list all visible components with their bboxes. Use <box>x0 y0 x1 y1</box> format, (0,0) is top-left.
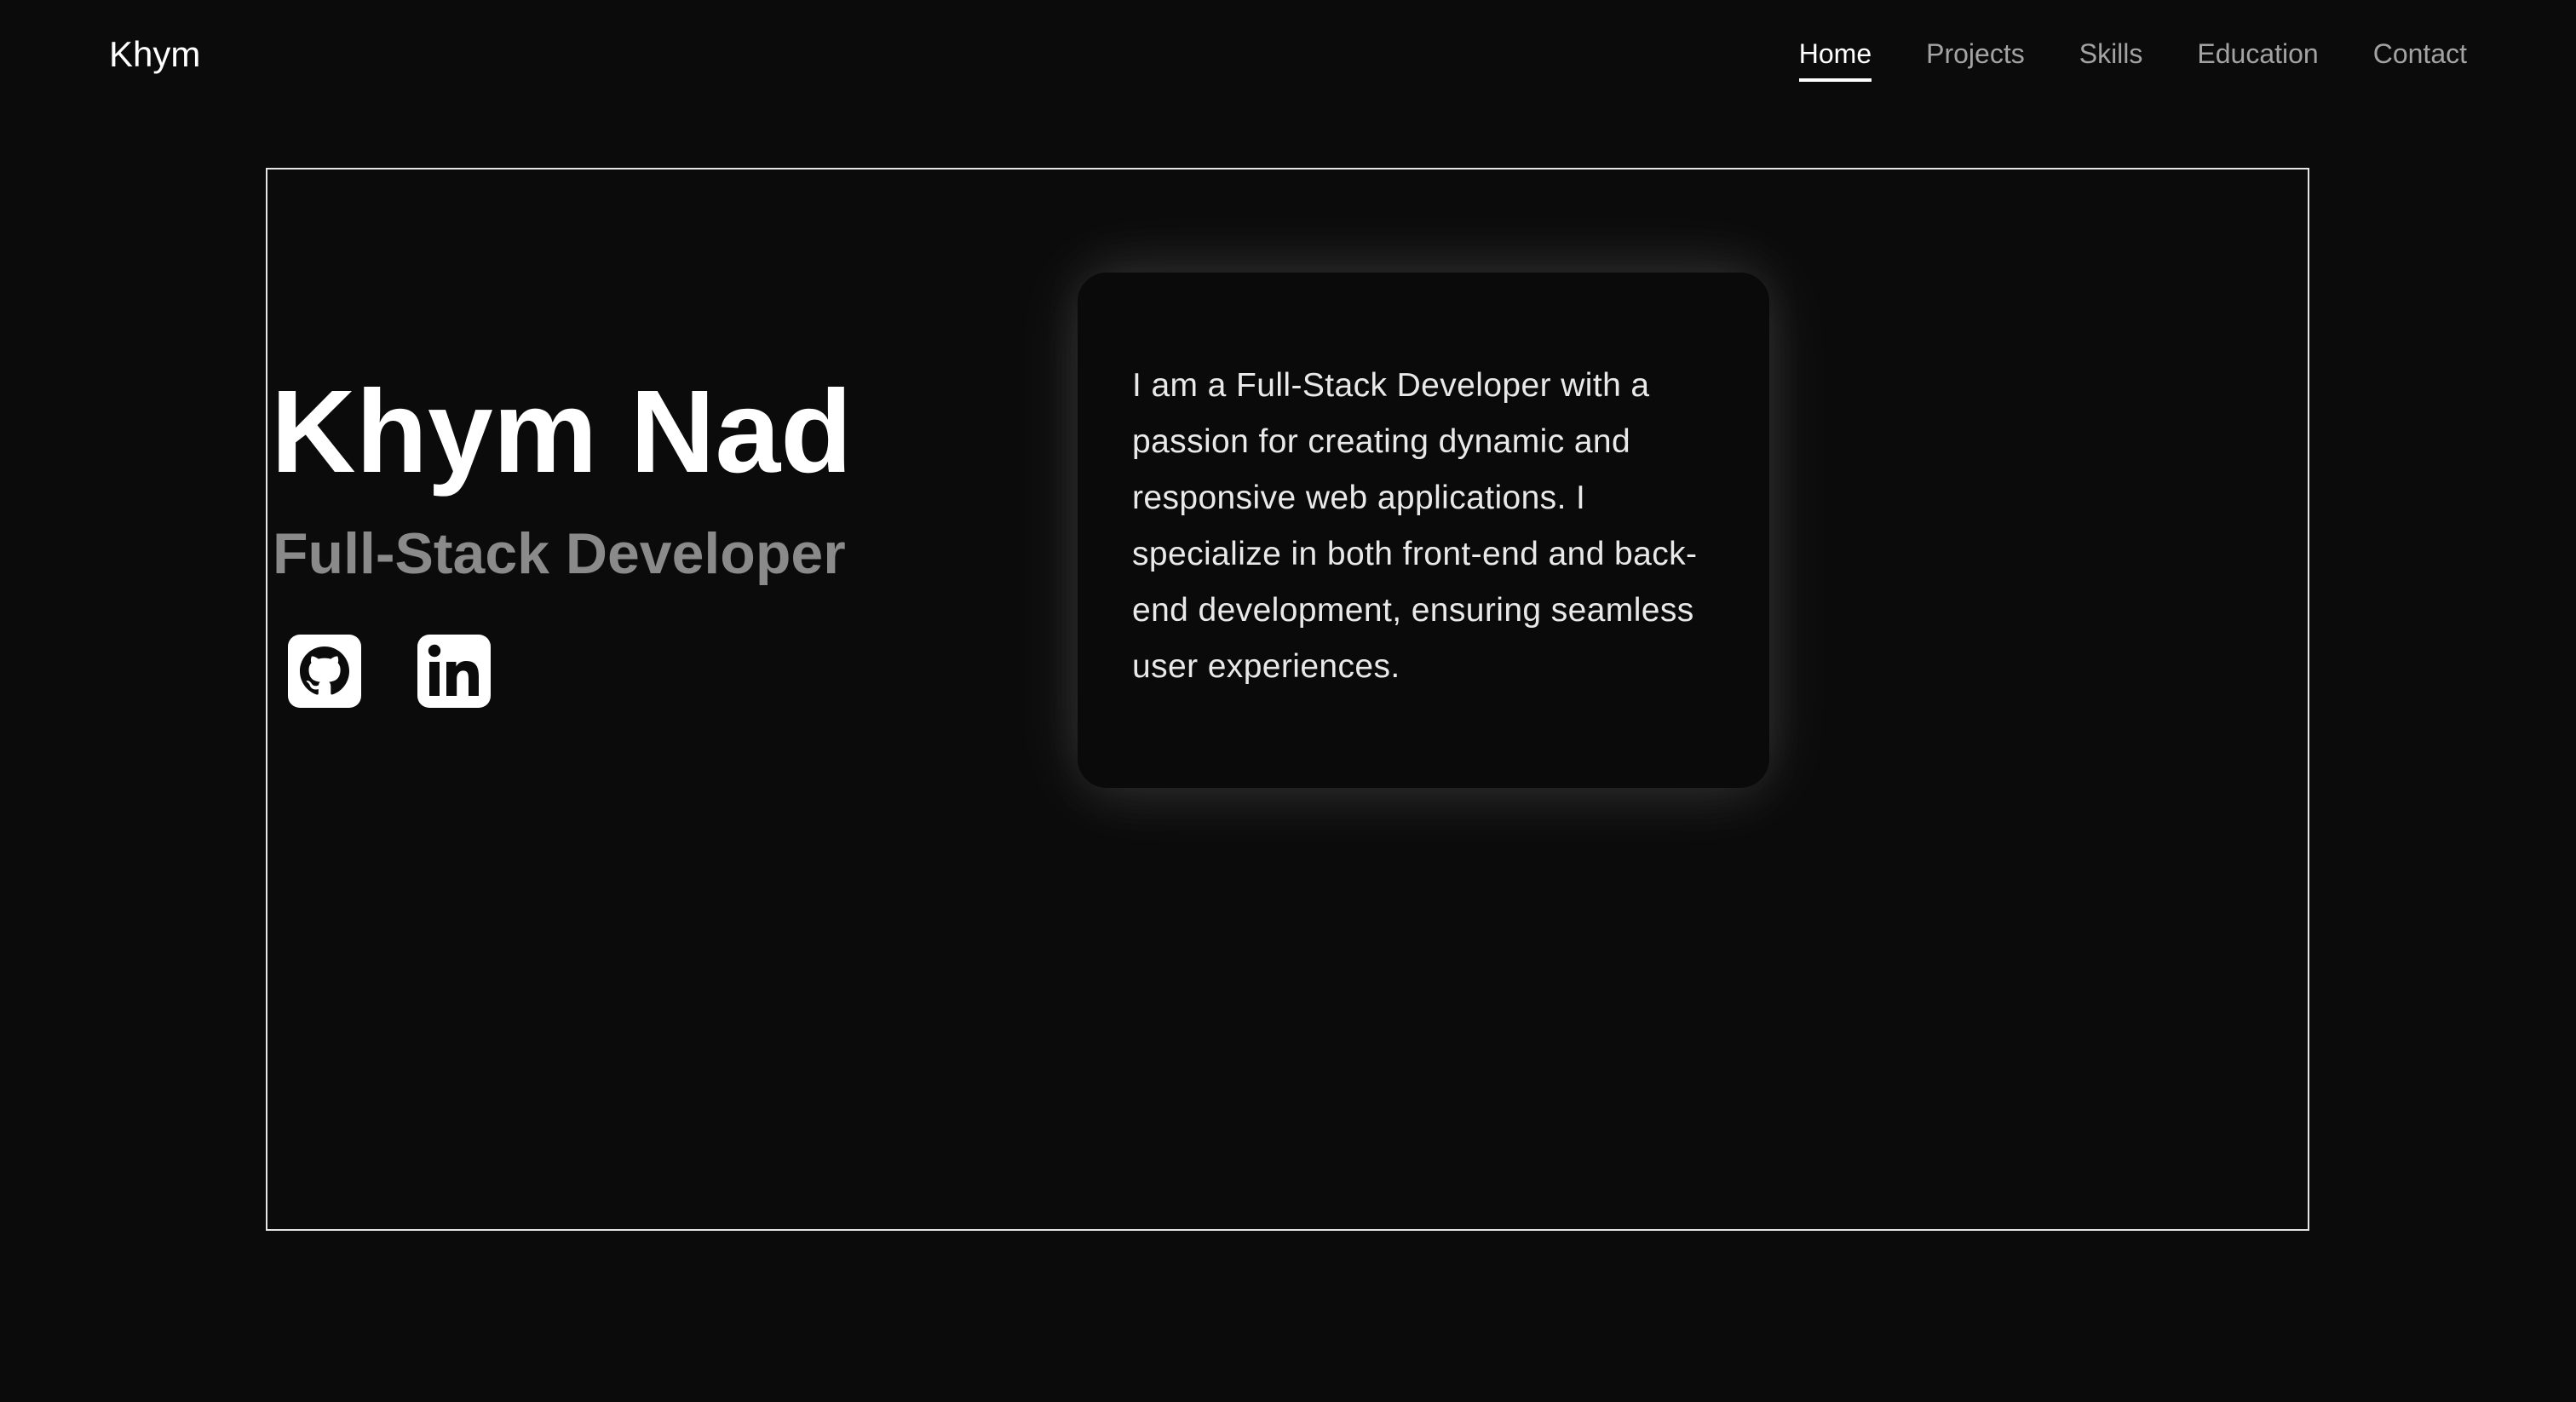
github-icon <box>300 646 349 695</box>
linkedin-link[interactable] <box>417 635 491 708</box>
social-links <box>288 635 491 708</box>
about-card: I am a Full-Stack Developer with a passi… <box>1078 273 1769 788</box>
nav-skills[interactable]: Skills <box>2079 34 2143 73</box>
hero-role: Full-Stack Developer <box>273 521 846 586</box>
nav-links: Home Projects Skills Education Contact <box>1798 34 2467 82</box>
brand-logo[interactable]: Khym <box>109 31 200 78</box>
top-navbar: Khym Home Projects Skills Education Cont… <box>0 0 2576 111</box>
linkedin-icon <box>428 644 479 696</box>
nav-education[interactable]: Education <box>2197 34 2318 73</box>
nav-projects[interactable]: Projects <box>1926 34 2025 73</box>
github-link[interactable] <box>288 635 361 708</box>
nav-home[interactable]: Home <box>1798 34 1872 82</box>
about-text: I am a Full-Stack Developer with a passi… <box>1132 367 1698 685</box>
nav-contact[interactable]: Contact <box>2373 34 2467 73</box>
hero-name: Khym Nad <box>271 366 853 497</box>
